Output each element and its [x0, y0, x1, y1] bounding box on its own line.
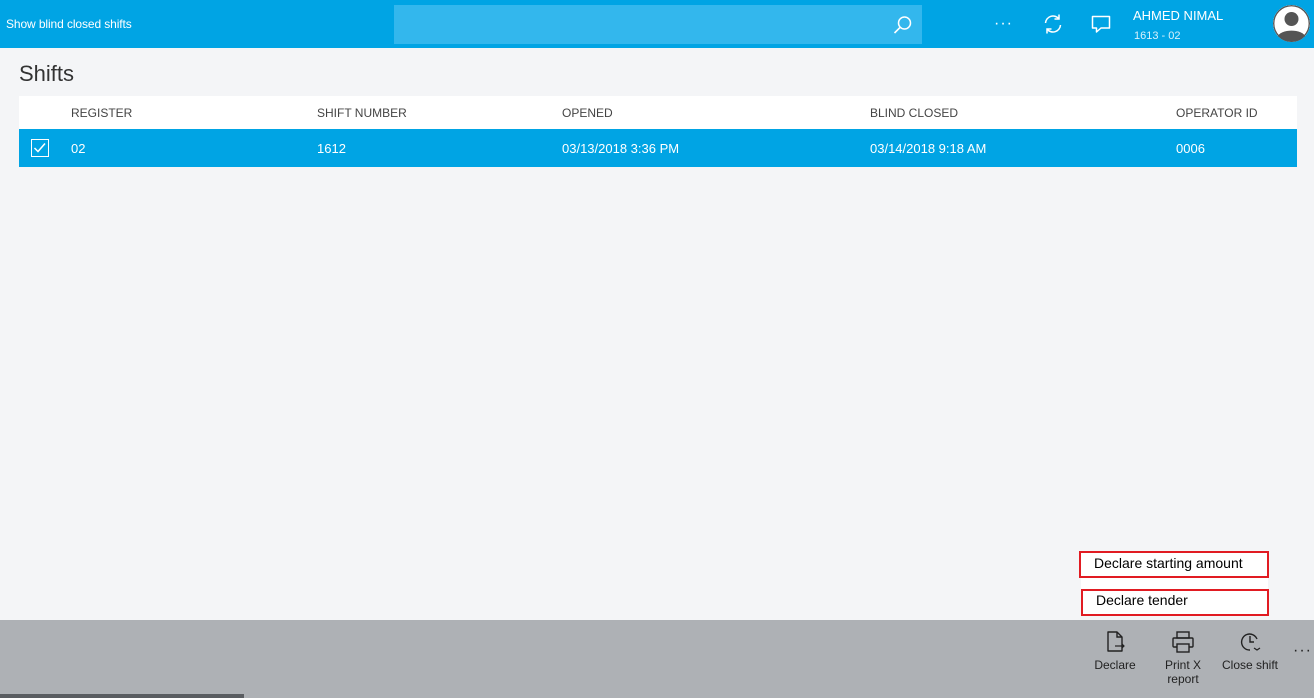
avatar[interactable]: [1273, 5, 1310, 42]
declare-menu: Declare starting amount Declare tender: [1079, 551, 1269, 616]
message-icon[interactable]: [1089, 12, 1113, 36]
table-header: REGISTER SHIFT NUMBER OPENED BLIND CLOSE…: [19, 96, 1297, 129]
column-header-register[interactable]: REGISTER: [71, 106, 132, 120]
left-margin: [0, 48, 19, 620]
column-header-shift-number[interactable]: SHIFT NUMBER: [317, 106, 407, 120]
person-icon: [1273, 5, 1310, 42]
table-row[interactable]: 02 1612 03/13/2018 3:36 PM 03/14/2018 9:…: [19, 129, 1297, 167]
search-icon[interactable]: [892, 14, 914, 36]
top-bar: Show blind closed shifts ··· AHMED NIMAL…: [0, 0, 1314, 48]
print-x-report-label-1: Print X: [1164, 658, 1201, 672]
close-shift-button[interactable]: Close shift: [1220, 630, 1280, 672]
refresh-icon[interactable]: [1041, 12, 1065, 36]
user-name[interactable]: AHMED NIMAL: [1133, 8, 1223, 23]
column-header-opened[interactable]: OPENED: [562, 106, 613, 120]
column-header-operator-id[interactable]: OPERATOR ID: [1176, 106, 1258, 120]
cell-operator-id: 0006: [1176, 141, 1205, 156]
search-box[interactable]: [394, 5, 922, 44]
declare-icon: [1107, 631, 1125, 652]
more-options-icon[interactable]: ···: [994, 12, 1013, 36]
clock-icon: [1240, 633, 1261, 651]
cell-opened: 03/13/2018 3:36 PM: [562, 141, 680, 156]
row-checkbox[interactable]: [31, 139, 49, 157]
cell-blind-closed: 03/14/2018 9:18 AM: [870, 141, 987, 156]
cell-register: 02: [71, 141, 86, 156]
declare-button[interactable]: Declare: [1085, 630, 1145, 672]
cell-shift-number: 1612: [317, 141, 346, 156]
user-store-register: 1613 - 02: [1134, 30, 1181, 42]
shifts-table: REGISTER SHIFT NUMBER OPENED BLIND CLOSE…: [19, 96, 1297, 620]
menu-item-declare-tender[interactable]: Declare tender: [1081, 589, 1269, 616]
page-context-title: Show blind closed shifts: [6, 17, 132, 31]
column-header-blind-closed[interactable]: BLIND CLOSED: [870, 106, 958, 120]
app-bar: Declare Print X report Close shift ···: [0, 620, 1314, 698]
declare-button-label: Declare: [1094, 658, 1136, 672]
taskbar-strip: [0, 694, 244, 698]
checkmark-icon: [33, 143, 46, 153]
print-x-report-label-2: report: [1167, 672, 1199, 686]
more-commands-icon[interactable]: ···: [1293, 642, 1312, 660]
close-shift-label: Close shift: [1221, 658, 1279, 672]
print-x-report-button[interactable]: Print X report: [1153, 630, 1213, 686]
printer-icon: [1172, 631, 1194, 653]
page-title: Shifts: [19, 61, 75, 86]
menu-item-declare-starting-amount[interactable]: Declare starting amount: [1079, 551, 1269, 578]
